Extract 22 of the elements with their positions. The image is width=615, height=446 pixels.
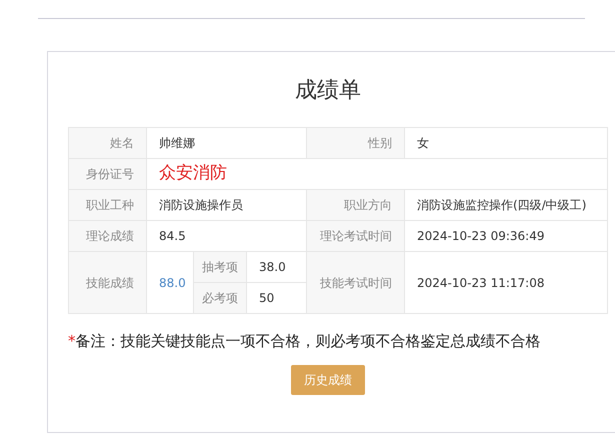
value-cell: 消防设施监控操作(四级/中级工) bbox=[404, 190, 608, 220]
label-cell: 职业工种 bbox=[68, 190, 146, 220]
label-cell: 必考项 bbox=[194, 282, 246, 314]
label-cell: 技能成绩 bbox=[68, 252, 146, 314]
value-cell: 2024-10-23 09:36:49 bbox=[404, 220, 608, 252]
value-cell: 帅维娜 bbox=[146, 128, 307, 158]
value-cell: 女 bbox=[404, 128, 608, 158]
value-cell: 消防设施操作员 bbox=[146, 190, 307, 220]
history-scores-button[interactable]: 历史成绩 bbox=[291, 364, 365, 394]
label-cell: 身份证号 bbox=[68, 158, 146, 190]
label-cell: 性别 bbox=[306, 128, 405, 158]
required-mark: * bbox=[68, 331, 76, 352]
label-cell: 理论考试时间 bbox=[306, 220, 405, 252]
label-cell: 职业方向 bbox=[306, 190, 405, 220]
note-text: 备注：技能关键技能点一项不合格，则必考项不合格鉴定总成绩不合格 bbox=[76, 331, 540, 352]
overlay-text: 众安消防 bbox=[159, 163, 227, 184]
label-cell: 技能考试时间 bbox=[306, 252, 405, 314]
page-title: 成绩单 bbox=[295, 77, 361, 105]
label-cell: 抽考项 bbox=[194, 252, 246, 282]
label-cell: 理论成绩 bbox=[68, 220, 146, 252]
value-cell: 2024-10-23 11:17:08 bbox=[404, 252, 608, 314]
label-cell: 姓名 bbox=[68, 128, 146, 158]
